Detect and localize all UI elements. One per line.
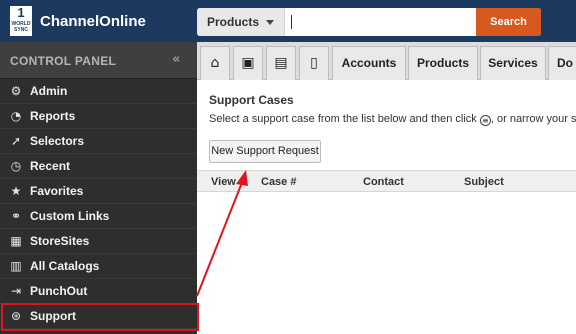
sidebar-item-label: Selectors <box>30 134 85 148</box>
sidebar-item-label: Admin <box>30 84 68 98</box>
tab-home[interactable]: ⌂ <box>200 46 230 80</box>
search-scope-label: Products <box>207 15 260 29</box>
sidebar-item-selectors[interactable]: ➚ Selectors <box>0 129 197 154</box>
chevron-down-icon <box>266 20 274 25</box>
control-panel-header: CONTROL PANEL « <box>0 42 197 79</box>
column-header-case[interactable]: Case # <box>261 176 296 188</box>
support-highlight-box <box>1 303 199 331</box>
tab-accounts[interactable]: Accounts <box>332 46 406 80</box>
pie-chart-icon: ◔ <box>10 109 22 123</box>
search-scope-select[interactable]: Products <box>197 8 285 36</box>
tab-contacts[interactable]: ▣ <box>233 46 263 80</box>
tab-products[interactable]: Products <box>408 46 478 80</box>
tab-label: Services <box>488 56 538 70</box>
star-icon: ★ <box>10 184 22 198</box>
sidebar-item-label: Custom Links <box>30 209 110 223</box>
sidebar-item-custom-links[interactable]: ⚭ Custom Links <box>0 204 197 229</box>
instruction-before: Select a support case from the list belo… <box>209 113 477 125</box>
store-icon: ▦ <box>10 234 22 248</box>
column-header-subject[interactable]: Subject <box>464 176 504 188</box>
instruction-text: Select a support case from the list belo… <box>209 113 576 126</box>
control-panel-title: CONTROL PANEL <box>10 54 117 68</box>
document-icon: ▯ <box>310 55 318 71</box>
new-support-request-button[interactable]: New Support Request <box>209 140 321 163</box>
sidebar-item-label: Reports <box>30 109 76 123</box>
link-icon: ⚭ <box>10 209 22 223</box>
search-button[interactable]: Search <box>476 8 541 36</box>
tab-label: Products <box>416 56 469 70</box>
sidebar-item-label: Favorites <box>30 184 84 198</box>
tab-companies[interactable]: ▤ <box>266 46 296 80</box>
text-cursor <box>291 15 292 29</box>
tab-documents[interactable]: ▯ <box>299 46 329 80</box>
search-input[interactable] <box>286 8 476 36</box>
tab-label: Accounts <box>341 56 397 70</box>
brand-name: ChannelOnline <box>40 13 146 30</box>
contact-card-icon: ▣ <box>241 55 255 71</box>
punchout-icon: ⇥ <box>10 284 22 298</box>
logo-number: 1 <box>17 5 25 20</box>
cursor-icon: ➚ <box>10 134 22 148</box>
sidebar-item-favorites[interactable]: ★ Favorites <box>0 179 197 204</box>
sidebar-item-all-catalogs[interactable]: ▥ All Catalogs <box>0 254 197 279</box>
sidebar-item-punchout[interactable]: ⇥ PunchOut <box>0 279 197 304</box>
main-content: Support Cases Select a support case from… <box>197 80 576 334</box>
list-icon: ≡ <box>479 115 491 126</box>
tab-services[interactable]: Services <box>480 46 546 80</box>
sidebar-item-label: PunchOut <box>30 284 88 298</box>
worldsync-logo: 1 WORLD SYNC <box>10 6 32 36</box>
sidebar-item-label: All Catalogs <box>30 259 100 273</box>
building-icon: ▤ <box>274 55 288 71</box>
sidebar-item-recent[interactable]: ◷ Recent <box>0 154 197 179</box>
logo-sub: WORLD SYNC <box>11 21 31 33</box>
main-tab-bar: ⌂ ▣ ▤ ▯ Accounts Products Services Do <box>197 42 576 80</box>
top-bar: 1 WORLD SYNC ChannelOnline Products Sear… <box>0 0 576 42</box>
instruction-after: , or narrow your search <box>490 113 576 125</box>
support-cases-table-header: View Case # Contact Subject <box>197 170 576 192</box>
column-header-view[interactable]: View <box>211 176 236 188</box>
sidebar-item-label: StoreSites <box>30 234 90 248</box>
tab-documents-text[interactable]: Do <box>548 46 576 80</box>
sidebar-item-storesites[interactable]: ▦ StoreSites <box>0 229 197 254</box>
collapse-icon[interactable]: « <box>172 52 180 67</box>
home-icon: ⌂ <box>210 55 220 71</box>
column-header-contact[interactable]: Contact <box>363 176 404 188</box>
tab-label: Do <box>557 56 573 70</box>
sidebar-item-label: Recent <box>30 159 71 173</box>
history-icon: ◷ <box>10 159 22 173</box>
book-icon: ▥ <box>10 259 22 273</box>
page-title: Support Cases <box>209 93 294 107</box>
search-bar: Products Search <box>197 8 541 36</box>
sidebar-item-reports[interactable]: ◔ Reports <box>0 104 197 129</box>
sidebar-item-admin[interactable]: ⚙ Admin <box>0 79 197 104</box>
control-panel-sidebar: CONTROL PANEL « ⚙ Admin ◔ Reports ➚ Sele… <box>0 42 197 334</box>
gear-icon: ⚙ <box>10 84 22 98</box>
